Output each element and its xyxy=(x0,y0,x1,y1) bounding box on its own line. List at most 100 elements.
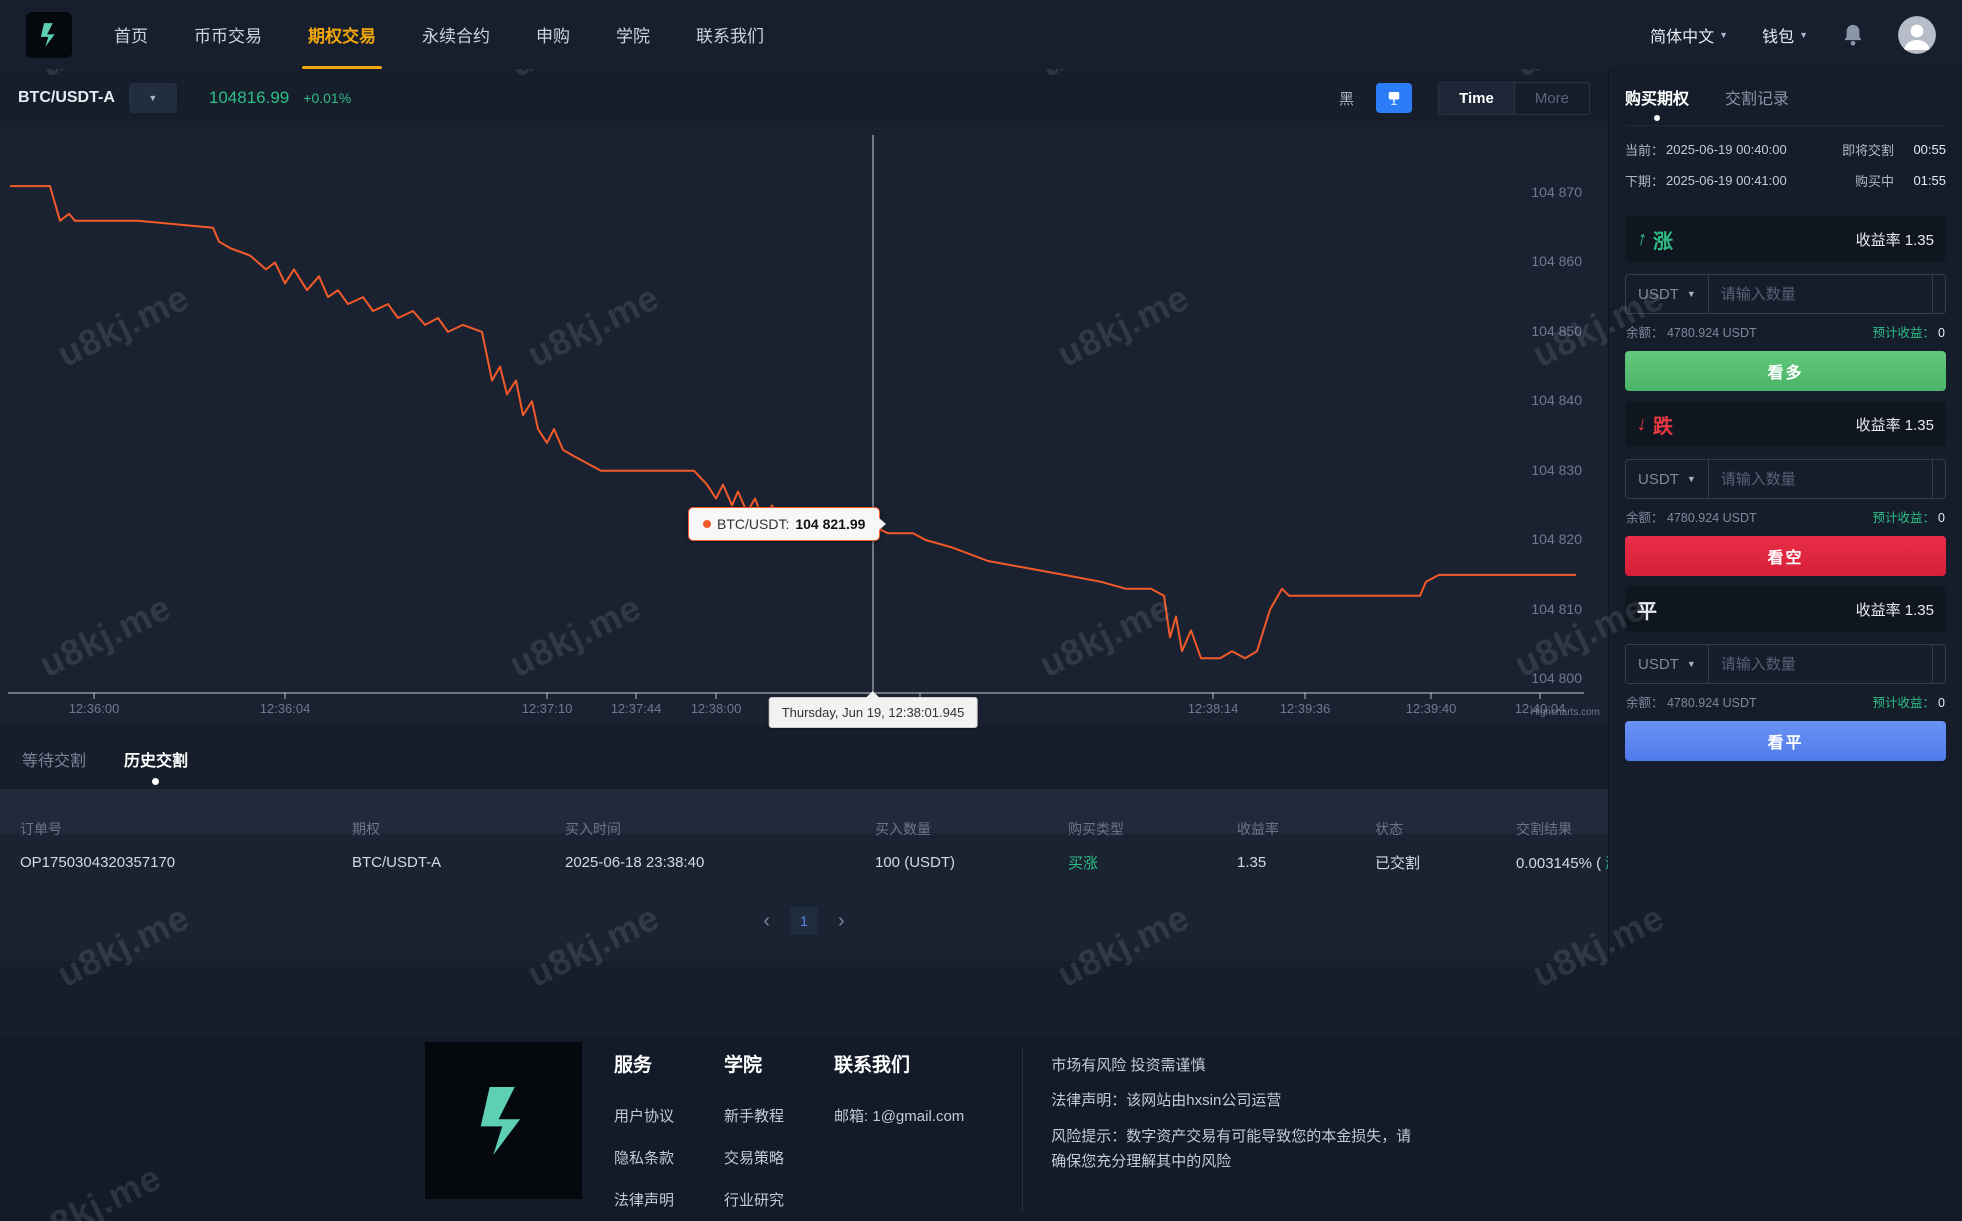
tab-more[interactable]: More xyxy=(1514,83,1589,114)
footer-logo-icon xyxy=(461,1078,547,1164)
brand-logo-icon xyxy=(34,20,64,50)
currency-select[interactable]: USDT▼ xyxy=(1626,275,1709,313)
next-label: 下期： xyxy=(1625,171,1664,190)
currency-label: USDT xyxy=(1638,471,1679,488)
highcharts-credit[interactable]: Highcharts.com xyxy=(1531,707,1600,718)
footer-link[interactable]: 行业研究 xyxy=(724,1189,784,1210)
wallet-label: 钱包 xyxy=(1762,23,1794,47)
wallet-menu[interactable]: 钱包 ▼ xyxy=(1762,23,1808,47)
trade-panel: 购买期权交割记录 当前： 2025-06-19 00:40:00 即将交割 00… xyxy=(1608,69,1962,961)
nav-item-首页[interactable]: 首页 xyxy=(114,0,148,69)
chevron-down-icon: ▼ xyxy=(1719,30,1728,40)
rate-label: 收益率 1.35 xyxy=(1856,229,1934,250)
amount-input[interactable] xyxy=(1709,460,1932,498)
order-button-看平[interactable]: 看平 xyxy=(1625,721,1946,761)
app-root: 首页币币交易期权交易永续合约申购学院联系我们 简体中文 ▼ 钱包 ▼ xyxy=(0,0,1962,1221)
legal-statement-line: 法律声明：该网站由hxsin公司运营 xyxy=(1051,1089,1411,1112)
price-chart[interactable]: 104 870104 860104 850104 840104 830104 8… xyxy=(0,127,1608,725)
currency-select[interactable]: USDT▼ xyxy=(1626,645,1709,683)
currency-label: USDT xyxy=(1638,656,1679,673)
column-header: 状态 xyxy=(1375,819,1516,839)
cell-rate: 1.35 xyxy=(1237,854,1375,871)
currency-label: USDT xyxy=(1638,286,1679,303)
panel-tab-交割记录[interactable]: 交割记录 xyxy=(1725,85,1789,109)
y-axis-label: 104 820 xyxy=(1492,531,1582,547)
notification-bell-icon[interactable] xyxy=(1842,23,1864,47)
footer-link[interactable]: 交易策略 xyxy=(724,1147,784,1168)
theme-toggle-button[interactable]: 黑 xyxy=(1331,84,1362,113)
nav-item-永续合约[interactable]: 永续合约 xyxy=(422,0,490,69)
balance-label: 余额： 4780.924 USDT xyxy=(1626,322,1757,341)
nav-item-期权交易[interactable]: 期权交易 xyxy=(308,0,376,69)
amount-input-group: USDT▼USDT xyxy=(1625,274,1946,314)
footer-link[interactable]: 用户协议 xyxy=(614,1105,674,1126)
order-button-看空[interactable]: 看空 xyxy=(1625,536,1946,576)
lamp-icon xyxy=(1385,89,1403,107)
panel-tab-购买期权[interactable]: 购买期权 xyxy=(1625,85,1689,109)
amount-input[interactable] xyxy=(1709,275,1932,313)
user-avatar[interactable] xyxy=(1898,16,1936,54)
last-price: 104816.99 xyxy=(209,88,289,108)
history-tab-等待交割[interactable]: 等待交割 xyxy=(22,747,86,771)
x-axis-label: 12:36:00 xyxy=(69,701,120,716)
brand-logo[interactable] xyxy=(26,12,72,58)
rate-label: 收益率 1.35 xyxy=(1856,599,1934,620)
page-footer: 服务用户协议隐私条款法律声明学院新手教程交易策略行业研究联系我们邮箱: 1@gm… xyxy=(0,1038,1962,1221)
direction-label: 涨 xyxy=(1653,225,1673,254)
trade-section-平: 平收益率 1.35USDT▼USDT余额： 4780.924 USDT预计收益：… xyxy=(1625,586,1946,761)
footer-link[interactable]: 邮箱: 1@gmail.com xyxy=(834,1105,964,1126)
language-selector[interactable]: 简体中文 ▼ xyxy=(1650,23,1728,47)
footer-link[interactable]: 新手教程 xyxy=(724,1105,784,1126)
pair-dropdown[interactable]: ▼ xyxy=(129,83,177,113)
footer-link[interactable]: 法律声明 xyxy=(614,1189,674,1210)
amount-unit-suffix: USDT xyxy=(1932,275,1946,313)
current-label: 当前： xyxy=(1625,140,1664,159)
expected-profit-label: 预计收益： xyxy=(1873,511,1936,525)
y-axis-label: 104 860 xyxy=(1492,253,1582,269)
expected-profit-label: 预计收益： xyxy=(1873,696,1936,710)
table-row[interactable]: OP1750304320357170BTC/USDT-A2025-06-18 2… xyxy=(0,833,1608,891)
column-header: 订单号 xyxy=(20,819,352,839)
pair-name: BTC/USDT-A xyxy=(18,89,115,107)
nav-item-学院[interactable]: 学院 xyxy=(616,0,650,69)
history-section: 等待交割历史交割 订单号期权买入时间买入数量购买类型收益率状态交割结果结算数量 … xyxy=(0,725,1608,961)
tooltip-value: 104 821.99 xyxy=(795,516,865,532)
chart-style-button[interactable] xyxy=(1376,83,1412,113)
order-button-看多[interactable]: 看多 xyxy=(1625,351,1946,391)
balance-label: 余额： 4780.924 USDT xyxy=(1626,507,1757,526)
cell-option: BTC/USDT-A xyxy=(352,854,565,871)
chevron-down-icon: ▼ xyxy=(1687,474,1696,484)
risk-tip-line-2: 确保您充分理解其中的风险 xyxy=(1051,1150,1411,1173)
cell-type: 买涨 xyxy=(1068,852,1237,873)
page-number[interactable]: 1 xyxy=(790,907,818,935)
cell-order-id: OP1750304320357170 xyxy=(20,854,352,871)
expected-profit: 预计收益：0 xyxy=(1873,692,1945,711)
cell-status: 已交割 xyxy=(1375,852,1516,873)
prev-page-button[interactable]: ‹ xyxy=(757,910,776,933)
expected-profit: 预计收益：0 xyxy=(1873,322,1945,341)
down-arrow-icon: ↓ xyxy=(1635,412,1650,437)
next-page-button[interactable]: › xyxy=(832,910,851,933)
footer-column-服务: 服务用户协议隐私条款法律声明 xyxy=(614,1050,674,1221)
expected-profit-label: 预计收益： xyxy=(1873,326,1936,340)
amount-input[interactable] xyxy=(1709,645,1932,683)
history-tab-历史交割[interactable]: 历史交割 xyxy=(124,747,188,771)
x-axis-label: 12:36:04 xyxy=(260,701,311,716)
crosshair-date-tooltip: Thursday, Jun 19, 12:38:01.945 xyxy=(769,697,978,728)
up-arrow-icon: ↑ xyxy=(1635,227,1650,252)
top-navbar: 首页币币交易期权交易永续合约申购学院联系我们 简体中文 ▼ 钱包 ▼ xyxy=(0,0,1962,69)
cell-amount: 100 (USDT) xyxy=(875,854,1068,871)
expected-profit-value: 0 xyxy=(1938,696,1945,710)
x-axis-label: 12:39:40 xyxy=(1406,701,1457,716)
x-axis-label: 12:37:10 xyxy=(522,701,573,716)
direction-label: 跌 xyxy=(1653,410,1673,439)
nav-item-联系我们[interactable]: 联系我们 xyxy=(696,0,764,69)
column-header: 买入数量 xyxy=(875,819,1068,839)
footer-link[interactable]: 隐私条款 xyxy=(614,1147,674,1168)
nav-item-币币交易[interactable]: 币币交易 xyxy=(194,0,262,69)
amount-input-group: USDT ▼USDT xyxy=(1625,459,1946,499)
currency-select[interactable]: USDT ▼ xyxy=(1626,460,1709,498)
tab-time[interactable]: Time xyxy=(1439,83,1514,114)
nav-item-申购[interactable]: 申购 xyxy=(536,0,570,69)
column-header: 购买类型 xyxy=(1068,819,1237,839)
